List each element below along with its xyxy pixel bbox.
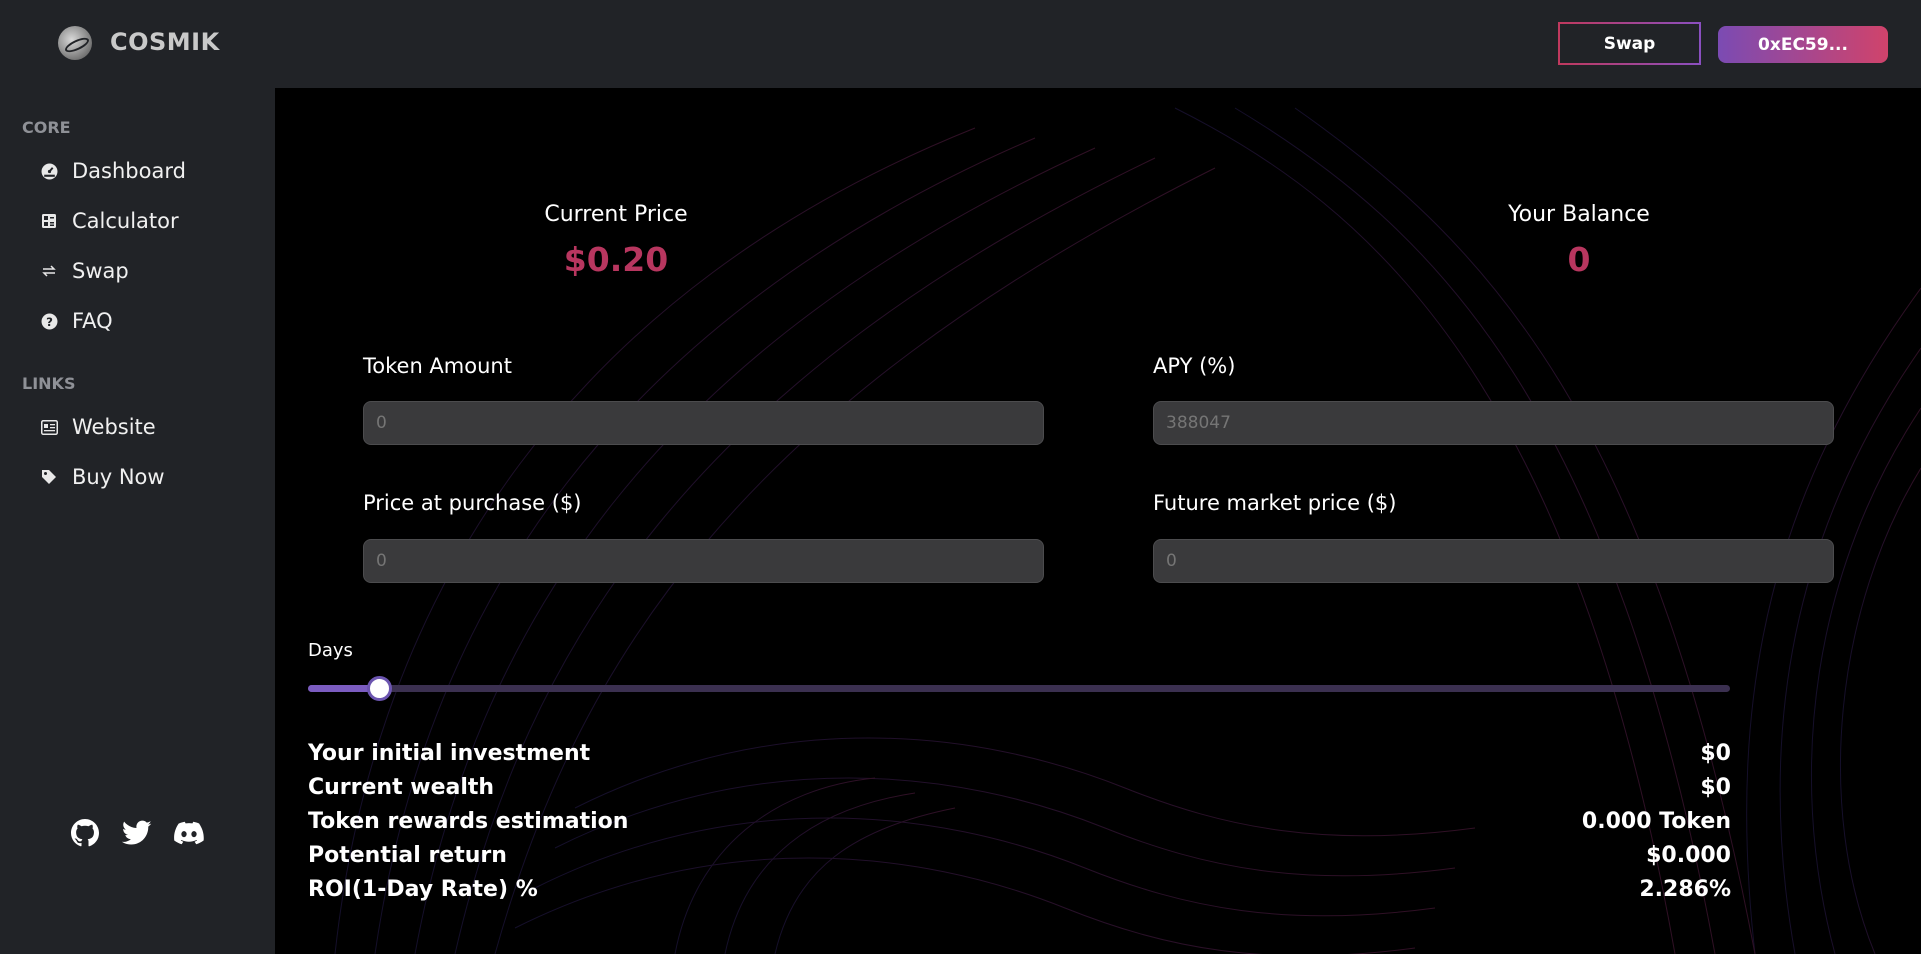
token-amount-label: Token Amount bbox=[363, 354, 512, 378]
days-slider-track[interactable] bbox=[308, 685, 1730, 692]
balance-label: Your Balance bbox=[1508, 202, 1650, 227]
sidebar-item-website[interactable]: Website bbox=[40, 412, 156, 442]
result-label-current-wealth: Current wealth bbox=[308, 775, 495, 800]
token-amount-input[interactable] bbox=[363, 401, 1044, 445]
calculator-main: Current Price $0.20 Your Balance 0 Token… bbox=[275, 88, 1921, 954]
sidebar-item-faq[interactable]: ? FAQ bbox=[40, 306, 113, 336]
twitter-icon[interactable] bbox=[120, 816, 154, 850]
balance-value: 0 bbox=[1567, 240, 1591, 279]
result-label-potential-return: Potential return bbox=[308, 843, 507, 868]
calculator-content: Current Price $0.20 Your Balance 0 Token… bbox=[275, 88, 1921, 954]
sidebar-section-core: CORE bbox=[22, 118, 71, 137]
sidebar-item-dashboard[interactable]: Dashboard bbox=[40, 156, 186, 186]
wallet-address-button[interactable]: 0xEC59... bbox=[1718, 26, 1888, 63]
sidebar-item-label: Website bbox=[72, 415, 156, 439]
result-value-token-rewards: 0.000 Token bbox=[1581, 809, 1731, 834]
result-label-roi: ROI(1-Day Rate) % bbox=[308, 877, 538, 902]
sidebar-item-buy-now[interactable]: Buy Now bbox=[40, 462, 165, 492]
sidebar: CORE Dashboard Calculator Swap ? FAQ LIN… bbox=[0, 88, 275, 954]
github-icon[interactable] bbox=[68, 816, 102, 850]
question-circle-icon: ? bbox=[40, 312, 58, 330]
sidebar-item-label: Swap bbox=[72, 259, 129, 283]
result-value-initial-investment: $0 bbox=[1700, 741, 1731, 766]
sidebar-item-label: Calculator bbox=[72, 209, 179, 233]
cosmik-logo-icon[interactable] bbox=[58, 26, 92, 60]
current-price-value: $0.20 bbox=[563, 240, 669, 279]
swap-button[interactable]: Swap bbox=[1558, 22, 1701, 65]
result-label-initial-investment: Your initial investment bbox=[308, 741, 591, 766]
purchase-price-input[interactable] bbox=[363, 539, 1044, 583]
apy-input[interactable] bbox=[1153, 401, 1834, 445]
sidebar-item-label: Buy Now bbox=[72, 465, 165, 489]
swap-arrows-icon bbox=[40, 262, 58, 280]
result-value-current-wealth: $0 bbox=[1700, 775, 1731, 800]
sidebar-item-label: Dashboard bbox=[72, 159, 186, 183]
sidebar-section-links: LINKS bbox=[22, 374, 76, 393]
future-price-label: Future market price ($) bbox=[1153, 491, 1397, 515]
newspaper-icon bbox=[40, 418, 58, 436]
result-value-potential-return: $0.000 bbox=[1646, 843, 1731, 868]
brand-name[interactable]: COSMIK bbox=[110, 28, 220, 56]
tag-icon bbox=[40, 468, 58, 486]
calculator-icon bbox=[40, 212, 58, 230]
days-slider-thumb[interactable] bbox=[367, 676, 392, 701]
sidebar-item-swap[interactable]: Swap bbox=[40, 256, 129, 286]
svg-text:?: ? bbox=[46, 314, 53, 328]
current-price-label: Current Price bbox=[544, 202, 688, 227]
days-label: Days bbox=[308, 640, 353, 661]
gauge-icon bbox=[40, 162, 58, 180]
sidebar-item-calculator[interactable]: Calculator bbox=[40, 206, 179, 236]
top-bar: COSMIK Swap 0xEC59... bbox=[0, 0, 1921, 88]
purchase-price-label: Price at purchase ($) bbox=[363, 491, 582, 515]
result-label-token-rewards: Token rewards estimation bbox=[308, 809, 629, 834]
future-price-input[interactable] bbox=[1153, 539, 1834, 583]
sidebar-item-label: FAQ bbox=[72, 309, 113, 333]
apy-label: APY (%) bbox=[1153, 354, 1236, 378]
discord-icon[interactable] bbox=[172, 816, 206, 850]
result-value-roi: 2.286% bbox=[1639, 877, 1731, 902]
